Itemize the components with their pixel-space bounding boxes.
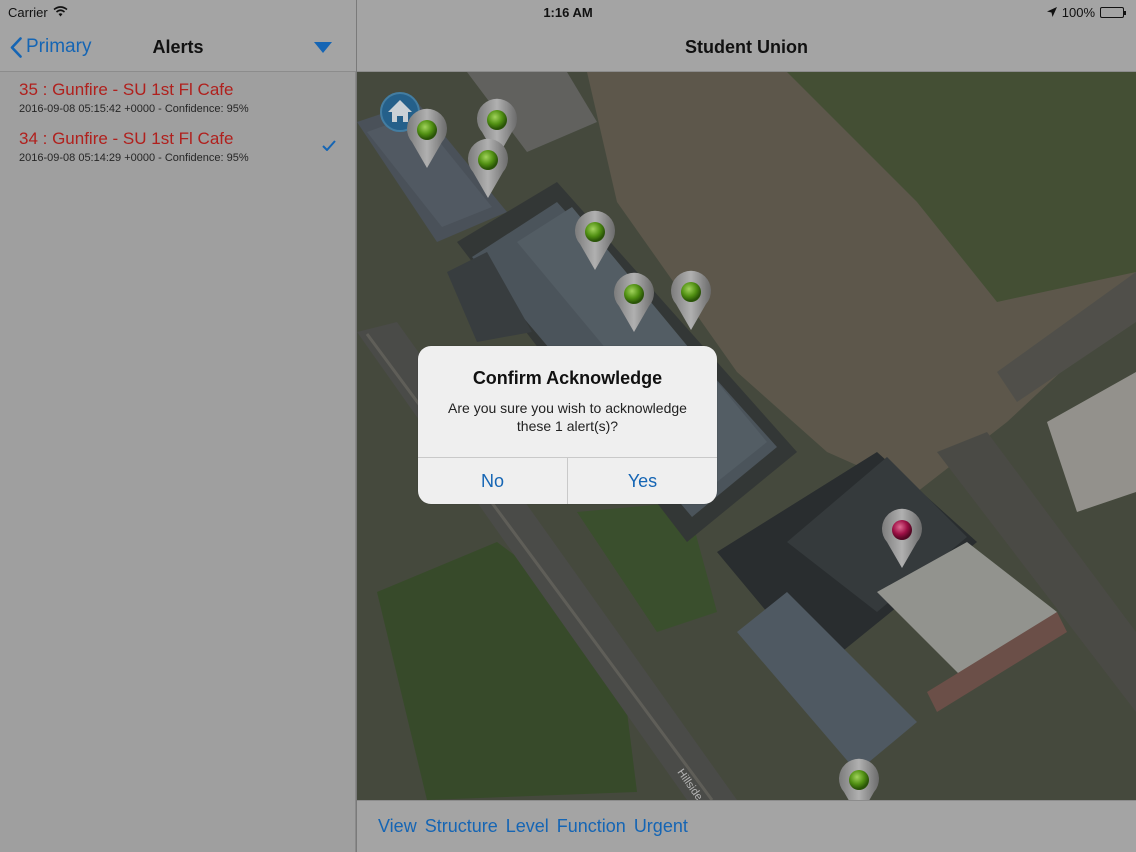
building-title: Student Union [685, 37, 808, 57]
dialog-buttons: No Yes [418, 457, 717, 504]
clock: 1:16 AM [543, 5, 593, 20]
alerts-title: Alerts [152, 37, 204, 57]
alert-subtitle: 2016-09-08 05:14:29 +0000 - Confidence: … [19, 152, 249, 164]
toolbar-function-button[interactable]: Function [557, 816, 626, 837]
alert-subtitle: 2016-09-08 05:15:42 +0000 - Confidence: … [19, 103, 249, 115]
dialog-title: Confirm Acknowledge [472, 368, 663, 388]
alert-title: 34 : Gunfire - SU 1st Fl Cafe [19, 129, 234, 148]
triangle-down-icon[interactable] [314, 40, 332, 58]
map-toolbar: View Structure Level Function Urgent [357, 800, 1136, 852]
checkmark-icon [322, 138, 336, 156]
confirm-dialog: Confirm Acknowledge Are you sure you wis… [418, 346, 717, 504]
toolbar-view-button[interactable]: View [378, 816, 417, 837]
battery-icon [1100, 7, 1126, 18]
toolbar-urgent-button[interactable]: Urgent [634, 816, 688, 837]
toolbar-structure-button[interactable]: Structure [425, 816, 498, 837]
alert-row[interactable]: 35 : Gunfire - SU 1st Fl Cafe 2016-09-08… [0, 73, 356, 122]
status-bar: Carrier 1:16 AM 100% [0, 0, 1136, 24]
no-button[interactable]: No [418, 458, 567, 504]
battery-percent: 100% [1061, 5, 1095, 20]
dialog-message: Are you sure you wish to acknowledge the… [448, 400, 687, 434]
location-arrow-icon [1046, 5, 1057, 20]
yes-button[interactable]: Yes [567, 458, 717, 504]
alerts-pane: Primary Alerts 35 : Gunfire - SU 1st Fl … [0, 0, 356, 852]
alert-title: 35 : Gunfire - SU 1st Fl Cafe [19, 80, 234, 99]
alert-row[interactable]: 34 : Gunfire - SU 1st Fl Cafe 2016-09-08… [0, 122, 356, 171]
toolbar-level-button[interactable]: Level [506, 816, 549, 837]
alert-list: 35 : Gunfire - SU 1st Fl Cafe 2016-09-08… [0, 73, 356, 171]
